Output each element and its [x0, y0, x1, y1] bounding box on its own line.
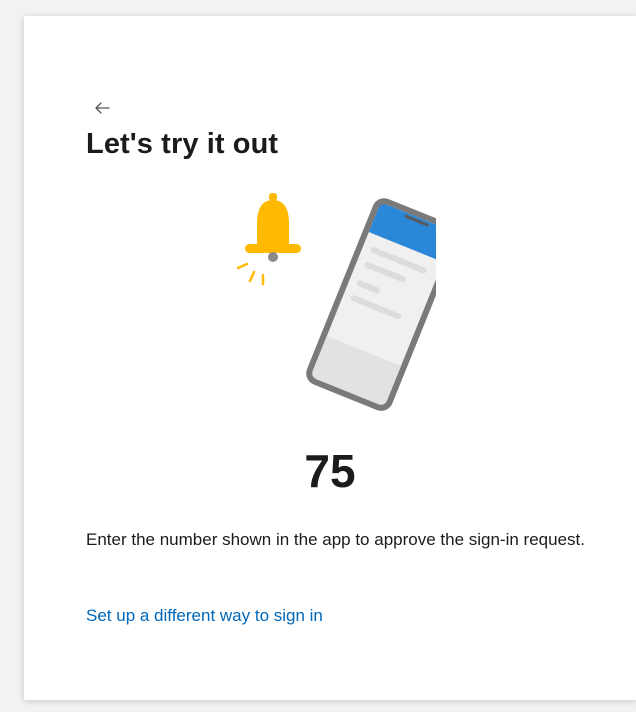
instruction-text: Enter the number shown in the app to app…: [86, 530, 585, 549]
bell-icon: [236, 193, 301, 286]
back-button[interactable]: [90, 96, 114, 120]
phone-icon: [306, 198, 460, 411]
phone-notification-illustration: [236, 186, 460, 416]
arrow-left-icon: [95, 102, 110, 114]
different-sign-in-link[interactable]: Set up a different way to sign in: [86, 606, 323, 626]
page-title: Let's try it out: [86, 128, 279, 160]
approval-number: 75: [304, 445, 356, 497]
sign-in-card: Let's try it out 75 Enter the number sho…: [24, 16, 636, 700]
